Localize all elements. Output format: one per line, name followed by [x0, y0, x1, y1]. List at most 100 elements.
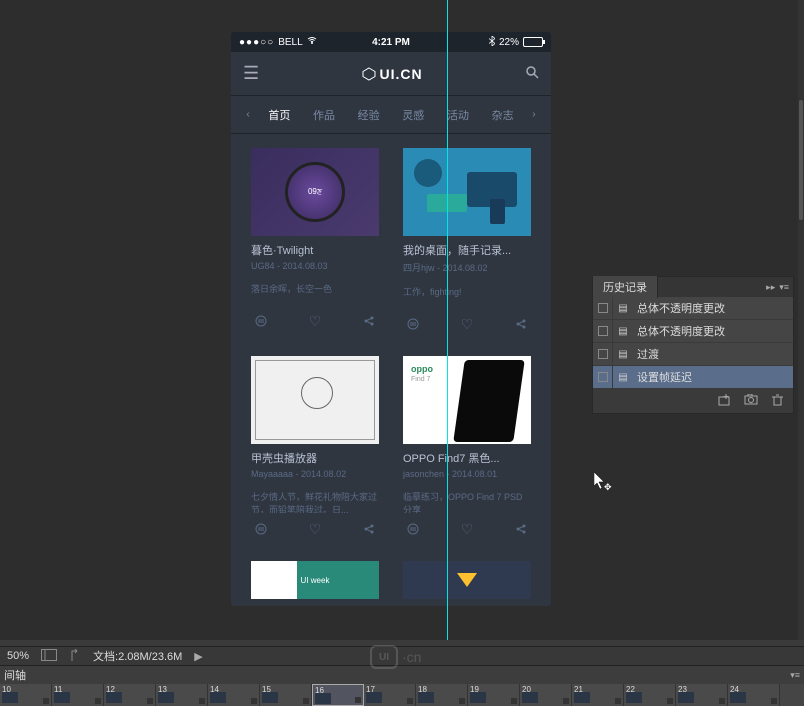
card-item[interactable]: 我的桌面，随手记录... 四月hjw - 2014.08.02 工作，fight…	[403, 148, 531, 332]
timeline-frame[interactable]: 20	[520, 684, 572, 706]
timeline-frame[interactable]: 19	[468, 684, 520, 706]
timeline-frame[interactable]: 21	[572, 684, 624, 706]
timeline-frame[interactable]: 22	[624, 684, 676, 706]
chevron-right-icon[interactable]: ›	[532, 109, 535, 120]
history-tab[interactable]: 历史记录	[593, 276, 658, 298]
history-label: 总体不透明度更改	[633, 323, 725, 339]
card-item[interactable]: UI week	[251, 561, 379, 599]
share-icon[interactable]	[361, 521, 377, 537]
cards-grid[interactable]: 暮色·Twilight UG84 - 2014.08.03 落日余晖，长空一色 …	[231, 134, 551, 599]
history-check[interactable]	[593, 366, 613, 388]
chevron-left-icon[interactable]: ‹	[246, 109, 249, 120]
card-item[interactable]: 甲壳虫播放器 Mayaaaaa - 2014.08.02 七夕情人节，鲜花礼物陪…	[251, 356, 379, 537]
panel-menu-icon[interactable]: ▾≡	[779, 282, 789, 293]
tool-icon-2[interactable]	[69, 649, 81, 664]
share-icon[interactable]	[513, 521, 529, 537]
wifi-icon	[307, 37, 317, 48]
app-logo[interactable]: UI.CN	[362, 66, 423, 82]
phone-status-bar: ●●●○○ BELL 4:21 PM 22%	[231, 32, 551, 52]
app-header: ☰ UI.CN	[231, 52, 551, 96]
share-icon[interactable]	[513, 316, 529, 332]
card-actions: ♡	[251, 313, 379, 329]
tab-experience[interactable]: 经验	[354, 107, 384, 123]
timeline-frame[interactable]: 23	[676, 684, 728, 706]
history-rows: ▤ 总体不透明度更改 ▤ 总体不透明度更改 ▤ 过渡 ▤ 设置帧延迟	[593, 297, 793, 389]
timeline-frame[interactable]: 12	[104, 684, 156, 706]
signal-dots-icon: ●●●○○	[239, 37, 274, 48]
timeline-frame[interactable]: 11	[52, 684, 104, 706]
timeline-frame[interactable]: 16	[312, 684, 364, 706]
menu-icon[interactable]: ☰	[243, 63, 259, 84]
card-actions: ♡	[403, 521, 531, 537]
frame-list: 101112131415161718192021222324	[0, 684, 780, 706]
history-row[interactable]: ▤ 总体不透明度更改	[593, 320, 793, 343]
timeline-title[interactable]: 间轴	[4, 667, 26, 683]
share-icon[interactable]	[361, 313, 377, 329]
comment-icon[interactable]	[405, 316, 421, 332]
history-label: 设置帧延迟	[633, 369, 692, 385]
scrollbar-vertical[interactable]	[798, 0, 804, 640]
card-desc: 七夕情人节，鲜花礼物陪大家过节，而铅笔陪我过。日...	[251, 491, 379, 513]
zoom-value[interactable]: 50%	[7, 650, 29, 662]
history-tab-bar: 历史记录 ▸▸ ▾≡	[593, 277, 793, 297]
history-row[interactable]: ▤ 总体不透明度更改	[593, 297, 793, 320]
battery-icon	[523, 37, 543, 47]
canvas-area: ●●●○○ BELL 4:21 PM 22% ☰	[0, 0, 804, 706]
card-meta: 四月hjw - 2014.08.02	[403, 261, 531, 274]
card-meta: UG84 - 2014.08.03	[251, 261, 379, 271]
heart-icon[interactable]: ♡	[307, 313, 323, 329]
tab-home[interactable]: 首页	[264, 107, 294, 123]
history-footer	[593, 389, 793, 413]
heart-icon[interactable]: ♡	[459, 316, 475, 332]
timeline-frame[interactable]: 17	[364, 684, 416, 706]
card-desc: 落日余晖，长空一色	[251, 283, 379, 305]
card-image	[403, 148, 531, 236]
card-item[interactable]: 暮色·Twilight UG84 - 2014.08.03 落日余晖，长空一色 …	[251, 148, 379, 332]
tab-inspiration[interactable]: 灵感	[398, 107, 428, 123]
comment-icon[interactable]	[253, 313, 269, 329]
history-row[interactable]: ▤ 设置帧延迟	[593, 366, 793, 389]
watermark: UI·cn	[370, 645, 421, 669]
card-actions: ♡	[403, 316, 531, 332]
doc-info: 文档:2.08M/23.6M	[93, 648, 182, 664]
timeline-frame[interactable]: 18	[416, 684, 468, 706]
document-icon: ▤	[613, 326, 633, 337]
card-image	[403, 561, 531, 599]
history-check[interactable]	[593, 320, 613, 342]
status-time: 4:21 PM	[340, 37, 441, 48]
card-title: 甲壳虫播放器	[251, 450, 379, 466]
timeline-frame[interactable]: 10	[0, 684, 52, 706]
document-icon: ▤	[613, 372, 633, 383]
play-icon[interactable]: ▶	[194, 650, 202, 663]
new-snapshot-icon[interactable]	[718, 394, 730, 409]
timeline[interactable]: 101112131415161718192021222324	[0, 684, 804, 706]
camera-icon[interactable]	[744, 394, 758, 408]
timeline-menu-icon[interactable]: ▾≡	[790, 670, 800, 681]
panel-collapse-icon[interactable]: ▸▸	[766, 282, 775, 293]
tool-icon-1[interactable]	[41, 649, 57, 664]
phone-mockup: ●●●○○ BELL 4:21 PM 22% ☰	[231, 32, 551, 606]
history-check[interactable]	[593, 297, 613, 319]
card-item[interactable]: oppoFind 7 OPPO Find7 黑色... jasonchen - …	[403, 356, 531, 537]
comment-icon[interactable]	[253, 521, 269, 537]
history-check[interactable]	[593, 343, 613, 365]
tabs-bar: ‹ 首页 作品 经验 灵感 活动 杂志 ›	[231, 96, 551, 134]
timeline-frame[interactable]: 14	[208, 684, 260, 706]
document-icon: ▤	[613, 349, 633, 360]
canvas-inner[interactable]: ●●●○○ BELL 4:21 PM 22% ☰	[0, 0, 804, 640]
history-label: 过渡	[633, 346, 659, 362]
timeline-frame[interactable]: 13	[156, 684, 208, 706]
search-icon[interactable]	[525, 65, 539, 82]
card-item[interactable]	[403, 561, 531, 599]
heart-icon[interactable]: ♡	[459, 521, 475, 537]
timeline-frame[interactable]: 15	[260, 684, 312, 706]
history-row[interactable]: ▤ 过渡	[593, 343, 793, 366]
guide-line[interactable]	[447, 0, 448, 640]
comment-icon[interactable]	[405, 521, 421, 537]
card-desc: 临摹练习，OPPO Find 7 PSD分享	[403, 491, 531, 513]
tab-works[interactable]: 作品	[309, 107, 339, 123]
tab-magazine[interactable]: 杂志	[488, 107, 518, 123]
trash-icon[interactable]	[772, 394, 783, 409]
timeline-frame[interactable]: 24	[728, 684, 780, 706]
heart-icon[interactable]: ♡	[307, 521, 323, 537]
